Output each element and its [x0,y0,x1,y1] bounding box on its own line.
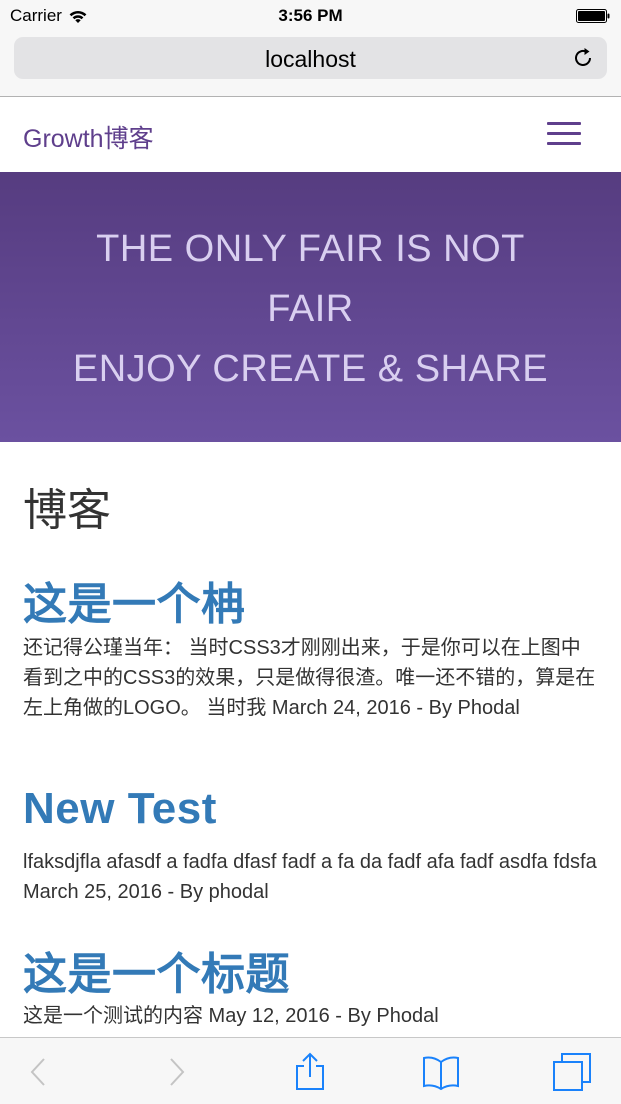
browser-address-area: localhost [0,32,621,97]
hero-tagline-line-1: THE ONLY FAIR IS NOT [96,228,525,270]
hero-tagline-line-2: FAIR [267,288,354,330]
tabs-icon[interactable] [552,1052,592,1092]
book-icon[interactable] [421,1052,461,1092]
post-title-link[interactable]: 这是一个柟 [23,568,246,632]
post-title-link[interactable]: 这是一个标题 [23,938,290,1002]
post-excerpt: 这是一个测试的内容 May 12, 2016 - By Phodal [23,1005,439,1027]
mobile-safari-window: Carrier 3:56 PM localhost Growth博客 THE O… [0,0,621,1104]
site-brand-link[interactable]: Growth博客 [23,119,154,155]
share-icon[interactable] [290,1052,330,1092]
post-title-link[interactable]: New Test [23,784,217,834]
chevron-left-icon[interactable] [20,1052,60,1092]
clock: 3:56 PM [278,6,343,25]
status-bar: Carrier 3:56 PM [0,0,621,32]
post-excerpt: 还记得公瑾当年： 当时CSS3才刚刚出来，于是你可以在上图中看到之中的CSS3的… [23,637,596,719]
browser-toolbar [0,1037,621,1104]
url-text[interactable]: localhost [14,46,607,73]
post-excerpt: lfaksdjfla afasdf a fadfa dfasf fadf a f… [23,851,597,903]
battery-icon [576,9,610,23]
hamburger-icon[interactable] [547,122,581,146]
chevron-right-icon[interactable] [157,1052,197,1092]
hero-tagline-line-3: ENJOY CREATE & SHARE [72,348,549,390]
reload-icon[interactable] [571,46,595,70]
page-title: 博客 [23,486,111,535]
hero-banner: THE ONLY FAIR IS NOT FAIR ENJOY CREATE &… [0,172,621,442]
site-navbar: Growth博客 [0,97,621,172]
address-bar[interactable]: localhost [14,37,607,79]
